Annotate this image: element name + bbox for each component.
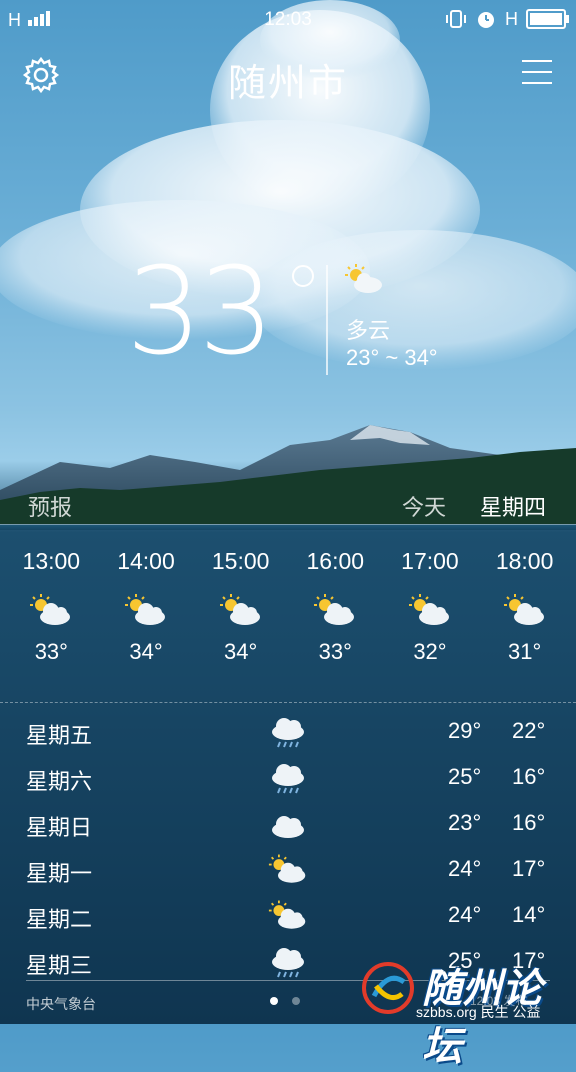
daily-row: 星期二 24° 14° [0,896,576,942]
battery-icon [526,9,569,29]
header: 随州市 [0,50,576,110]
daily-row: 星期日 23° 16° [0,804,576,850]
day-high: 23° [448,810,482,835]
hour-time: 13:00 [22,548,81,574]
hourly-forecast: 13:00 33° 14:00 34° 15:00 34° 16:00 33° … [0,548,576,688]
partly-cloudy-icon [502,593,545,626]
day-low: 16° [512,810,546,835]
hour-time: 15:00 [211,548,270,574]
day-name: 星期六 [26,769,93,794]
tab-divider [0,524,576,525]
hourly-item: 18:00 31° [479,548,571,688]
day-high: 29° [448,718,482,743]
city-title[interactable]: 随州市 [0,52,576,107]
day-high: 25° [448,764,482,789]
sim2-network: H [505,8,518,29]
watermark: 随州论坛 12:03 发布 szbbs.org 民生 公益 [360,956,576,1070]
hour-temp: 34° [224,639,258,664]
partly-cloudy-icon [313,593,356,626]
day-name: 星期五 [26,723,93,748]
day-high: 24° [448,856,482,881]
day-low: 17° [512,856,546,881]
section-divider [0,702,576,703]
forecast-tabs: 预报 今天 星期四 [0,490,576,524]
current-condition: 多云 [346,318,391,343]
tab-weekday[interactable]: 星期四 [480,490,546,522]
day-low: 16° [512,764,546,789]
day-low: 14° [512,902,546,927]
rain-icon [271,717,305,748]
hour-time: 17:00 [401,548,459,574]
day-name: 星期一 [26,861,93,886]
hourly-item: 13:00 33° [5,548,97,688]
hourly-item: 16:00 33° [289,548,381,688]
day-high: 24° [448,902,482,927]
hour-temp: 33° [318,639,352,664]
hour-temp: 33° [34,639,68,664]
daily-row: 星期六 25° 16° [0,758,576,804]
tab-today[interactable]: 今天 [402,490,446,522]
daily-row: 星期五 29° 22° [0,712,576,758]
alarm-icon [478,12,494,28]
partly-cloudy-icon [29,593,72,626]
day-name: 星期三 [26,953,93,978]
partly-cloudy-icon [268,853,307,884]
daily-row: 星期一 24° 17° [0,850,576,896]
cloud-icon [272,816,304,838]
day-name: 星期日 [26,815,93,840]
hourly-item: 15:00 34° [195,548,287,688]
hour-temp: 31° [507,639,542,664]
hour-time: 18:00 [495,548,554,574]
day-name: 星期二 [26,907,93,932]
current-temperature: 33 [126,243,275,382]
tab-forecast[interactable]: 预报 [28,490,72,522]
day-low: 22° [512,718,546,743]
partly-cloudy-icon [268,899,307,930]
current-weather: 33 多云 23° ~ 34° [120,243,500,385]
status-bar: H 12:03 H [0,0,576,40]
partly-cloudy-icon [218,593,261,626]
temperature-range: 23° ~ 34° [346,345,438,370]
page-indicator[interactable] [270,997,300,1005]
hourly-item: 17:00 32° [384,548,476,688]
hour-time: 14:00 [117,548,175,574]
rain-icon [271,947,305,978]
watermark-subtitle: szbbs.org 民生 公益 [416,1004,541,1020]
partly-cloudy-icon [345,264,382,293]
partly-cloudy-icon [123,593,166,626]
hour-temp: 32° [413,639,447,664]
daily-forecast: 星期五 29° 22° 星期六 25° 16° 星期日 23° 16° 星期一 … [0,712,576,988]
hourly-item: 14:00 34° [100,548,192,688]
vibrate-icon [446,10,466,28]
menu-icon[interactable] [522,60,552,88]
forum-logo-icon [362,962,414,1014]
partly-cloudy-icon [407,593,450,626]
divider [326,265,328,375]
hour-time: 16:00 [306,548,365,574]
data-source[interactable]: 中央气象台 [26,994,96,1014]
page-dot[interactable] [270,997,278,1005]
hour-temp: 34° [129,639,163,664]
degree-symbol [292,265,314,287]
page-dot[interactable] [292,997,300,1005]
rain-icon [271,763,305,794]
